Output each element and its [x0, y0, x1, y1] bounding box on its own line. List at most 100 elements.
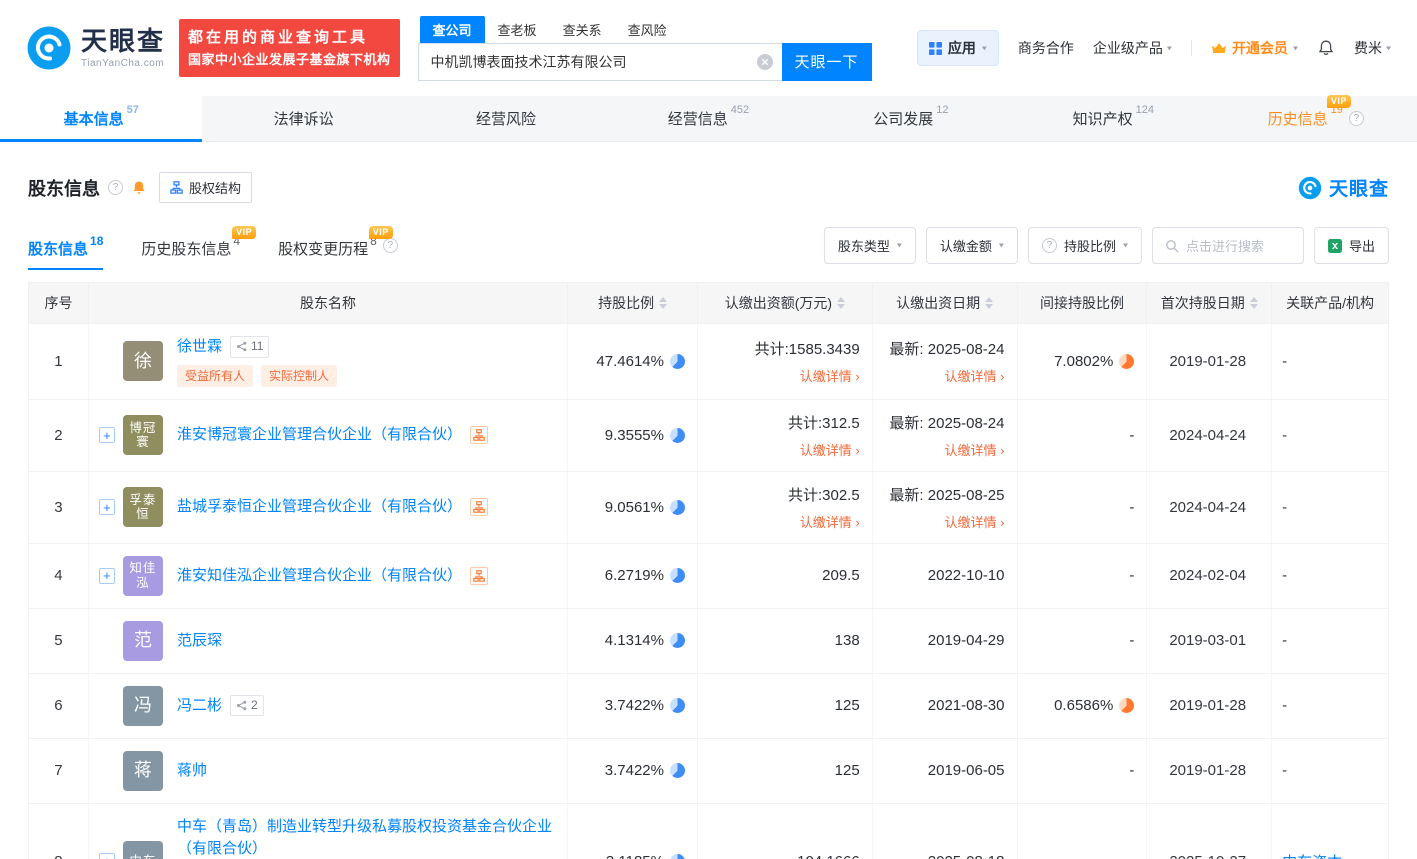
shareholder-avatar[interactable]: 中车 — [122, 841, 163, 859]
equity-structure-icon[interactable] — [469, 566, 488, 585]
sort-icon[interactable] — [659, 297, 668, 309]
shareholder-name-link[interactable]: 冯二彬 — [177, 695, 222, 717]
help-icon[interactable]: ? — [1348, 111, 1364, 126]
shareholder-name-link[interactable]: 中车（青岛）制造业转型升级私募股权投资基金合伙企业（有限合伙） — [177, 816, 557, 859]
sort-icon[interactable] — [1249, 297, 1258, 309]
first-holding-date: 2019-01-28 — [1147, 738, 1273, 803]
search-button[interactable]: 天眼一下 — [781, 42, 872, 81]
holding-ratio-filter[interactable]: ? 持股比例 ▾ — [1027, 227, 1142, 264]
banner-line2: 国家中小企业发展子基金旗下机构 — [188, 51, 391, 67]
table-search-input[interactable]: 点击进行搜索 — [1151, 227, 1304, 264]
table-row: 2 + 博冠寰淮安博冠寰企业管理合伙企业（有限合伙） 9.3555% 共计:312.5 认… — [29, 398, 1388, 471]
pie-chart-icon[interactable] — [669, 499, 685, 515]
shareholder-name-link[interactable]: 盐城孚泰恒企业管理合伙企业（有限合伙） — [177, 496, 462, 518]
nav-tab[interactable]: 经营信息 452 — [607, 96, 809, 141]
equity-structure-icon[interactable] — [469, 498, 488, 517]
equity-penetration-icon[interactable] — [1119, 353, 1135, 369]
tianyancha-logo[interactable]: 天眼查 TianYanCha.com — [26, 25, 165, 71]
open-membership-label: 开通会员 — [1231, 40, 1288, 56]
shareholder-avatar[interactable]: 孚泰恒 — [122, 487, 163, 528]
shareholder-tag: 受益所有人 — [176, 364, 253, 387]
pie-chart-icon[interactable] — [669, 698, 685, 714]
first-holding-date: 2024-02-04 — [1147, 543, 1273, 608]
subscription-date-cell: 最新: 2025-08-25 认缴详情 › — [873, 471, 1018, 543]
expand-button[interactable]: + — [98, 567, 115, 584]
business-cooperation-label: 商务合作 — [1017, 40, 1074, 56]
subscription-detail-link[interactable]: 认缴详情 › — [945, 440, 1005, 459]
export-button[interactable]: 导出 — [1313, 227, 1389, 264]
search-input[interactable] — [418, 43, 782, 80]
excel-icon — [1327, 238, 1342, 253]
shareholder-type-filter[interactable]: 股东类型 ▾ — [823, 227, 916, 264]
clear-icon[interactable] — [756, 53, 773, 70]
shareholder-name-link[interactable]: 范辰琛 — [177, 630, 222, 652]
shareholder-name-link[interactable]: 蒋帅 — [177, 760, 207, 782]
column-header[interactable]: 认缴出资额(万元) — [698, 283, 873, 323]
expand-button[interactable]: + — [98, 853, 115, 859]
first-holding-date: 2025-10-27 — [1147, 803, 1273, 859]
shareholder-name-link[interactable]: 淮安知佳泓企业管理合伙企业（有限合伙） — [177, 565, 462, 587]
subtab[interactable]: 历史股东信息 4 VIP — [141, 226, 257, 270]
expand-button[interactable]: + — [98, 499, 115, 516]
subscription-detail-link[interactable]: 认缴详情 › — [945, 512, 1005, 531]
nav-tab[interactable]: 历史信息 19 VIP? — [1215, 95, 1417, 141]
shareholder-avatar[interactable]: 蒋 — [122, 750, 163, 791]
subtab[interactable]: 股东信息 18 — [28, 234, 104, 270]
subscription-detail-link[interactable]: 认缴详情 › — [800, 366, 860, 385]
indirect-ratio: - — [1129, 762, 1135, 780]
equity-penetration-icon[interactable] — [1119, 698, 1135, 714]
pie-chart-icon[interactable] — [669, 353, 685, 369]
search-tab[interactable]: 查关系 — [550, 16, 615, 43]
shareholder-avatar[interactable]: 冯 — [122, 685, 163, 726]
column-header[interactable]: 认缴出资日期 — [873, 283, 1018, 323]
equity-structure-button[interactable]: 股权结构 — [159, 172, 253, 203]
related-product-link[interactable]: 中车资本 — [1282, 851, 1342, 859]
nav-tab[interactable]: 法律诉讼 — [202, 96, 404, 141]
notification-bell-icon[interactable] — [1317, 39, 1335, 57]
enterprise-product-menu[interactable]: 企业级产品 ▾ — [1093, 38, 1172, 58]
pie-chart-icon[interactable] — [669, 427, 685, 443]
search-tab[interactable]: 查风险 — [615, 16, 680, 43]
search-tab[interactable]: 查公司 — [419, 15, 485, 43]
user-menu[interactable]: 费米 ▾ — [1354, 38, 1391, 58]
subscription-date-cell: 最新: 2025-08-24 认缴详情 › — [873, 399, 1018, 471]
search-tab[interactable]: 查老板 — [485, 16, 550, 43]
shareholder-avatar[interactable]: 博冠寰 — [122, 415, 163, 456]
column-header[interactable]: 持股比例 — [568, 283, 699, 323]
shareholder-name-cell: 冯冯二彬 2 — [89, 673, 569, 738]
nav-tab[interactable]: 基本信息 57 — [0, 96, 203, 142]
apps-button[interactable]: 应用 ▾ — [916, 30, 999, 66]
pie-chart-icon[interactable] — [669, 568, 685, 584]
column-header[interactable]: 首次持股日期 — [1147, 283, 1273, 323]
expand-button[interactable]: + — [98, 427, 115, 444]
sort-icon[interactable] — [985, 297, 994, 309]
business-cooperation-link[interactable]: 商务合作 — [1018, 38, 1074, 58]
subscribed-amount-filter[interactable]: 认缴金额 ▾ — [925, 227, 1018, 264]
subscription-detail-link[interactable]: 认缴详情 › — [945, 366, 1005, 385]
sort-icon[interactable] — [837, 297, 846, 309]
pie-chart-icon[interactable] — [669, 763, 685, 779]
shareholder-avatar[interactable]: 徐 — [122, 341, 163, 382]
pie-chart-icon[interactable] — [669, 633, 685, 649]
pie-chart-icon[interactable] — [669, 853, 685, 859]
open-membership-button[interactable]: 开通会员 ▾ — [1211, 38, 1298, 58]
shareholder-avatar[interactable]: 知佳泓 — [122, 555, 163, 596]
subscribe-bell-icon[interactable] — [131, 180, 147, 196]
shareholder-avatar[interactable]: 范 — [122, 620, 163, 661]
shareholder-name-link[interactable]: 徐世霖 — [177, 336, 222, 358]
subscription-detail-link[interactable]: 认缴详情 › — [800, 512, 860, 531]
relations-graph-icon — [236, 700, 247, 711]
nav-tab[interactable]: 知识产权 124 — [1012, 96, 1214, 141]
relations-count-badge[interactable]: 2 — [229, 695, 264, 717]
subtab[interactable]: 股权变更历程 8 VIP? — [278, 226, 398, 270]
help-icon[interactable]: ? — [382, 238, 398, 253]
nav-tab[interactable]: 经营风险 — [405, 96, 607, 141]
related-product: - — [1282, 498, 1288, 516]
relations-count-badge[interactable]: 11 — [229, 336, 270, 358]
shareholder-name-link[interactable]: 淮安博冠寰企业管理合伙企业（有限合伙） — [177, 424, 462, 446]
nav-tab[interactable]: 公司发展 12 — [810, 96, 1012, 141]
help-icon[interactable]: ? — [108, 180, 123, 195]
chevron-down-icon: ▾ — [1166, 43, 1172, 53]
subscription-detail-link[interactable]: 认缴详情 › — [800, 440, 860, 459]
equity-structure-icon[interactable] — [469, 426, 488, 445]
